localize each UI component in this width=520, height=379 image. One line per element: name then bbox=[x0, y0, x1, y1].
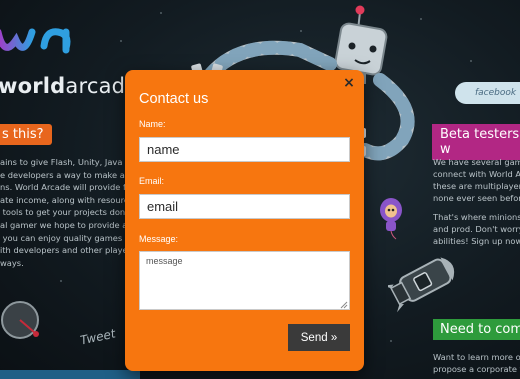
facebook-button[interactable]: facebook bbox=[455, 82, 520, 104]
star bbox=[470, 60, 472, 62]
logo-icon bbox=[0, 28, 71, 54]
name-input[interactable] bbox=[139, 137, 350, 162]
section-heading-beta-testers: Beta testers w bbox=[432, 124, 520, 160]
about-paragraph: ains to give Flash, Unity, Java a e deve… bbox=[0, 157, 130, 217]
dial-icon bbox=[1, 301, 39, 339]
star bbox=[160, 12, 162, 14]
resize-grip-icon[interactable] bbox=[340, 301, 348, 309]
tweet-link[interactable]: Tweet bbox=[79, 326, 117, 347]
email-label: Email: bbox=[139, 176, 165, 186]
message-label: Message: bbox=[139, 234, 179, 244]
email-input[interactable] bbox=[139, 194, 350, 219]
name-label: Name: bbox=[139, 119, 166, 129]
star bbox=[420, 18, 422, 20]
message-textarea[interactable] bbox=[139, 251, 350, 310]
star bbox=[390, 340, 392, 342]
logo-wordmark: worldarcade bbox=[0, 74, 139, 98]
star bbox=[120, 40, 122, 42]
send-button[interactable]: Send » bbox=[288, 324, 350, 351]
modal-title: Contact us bbox=[139, 91, 209, 107]
beta-paragraph: We have several gamer connect with World… bbox=[433, 157, 520, 203]
section-heading-contact: Need to com bbox=[433, 319, 520, 340]
about-paragraph-2: al gamer we hope to provide a g you can … bbox=[0, 220, 130, 268]
bottom-banner bbox=[0, 370, 140, 379]
minion-icon bbox=[380, 198, 402, 240]
section-heading-about: s this? bbox=[0, 124, 52, 145]
rocket-icon bbox=[388, 257, 455, 313]
contact-paragraph: Want to learn more or propose a corporat… bbox=[433, 352, 520, 374]
contact-modal: × Contact us Name: Email: Message: Send … bbox=[125, 70, 364, 371]
beta-paragraph-2: That's where minions w and prod. Don't w… bbox=[433, 212, 520, 246]
close-icon[interactable]: × bbox=[341, 75, 357, 91]
star bbox=[60, 280, 62, 282]
